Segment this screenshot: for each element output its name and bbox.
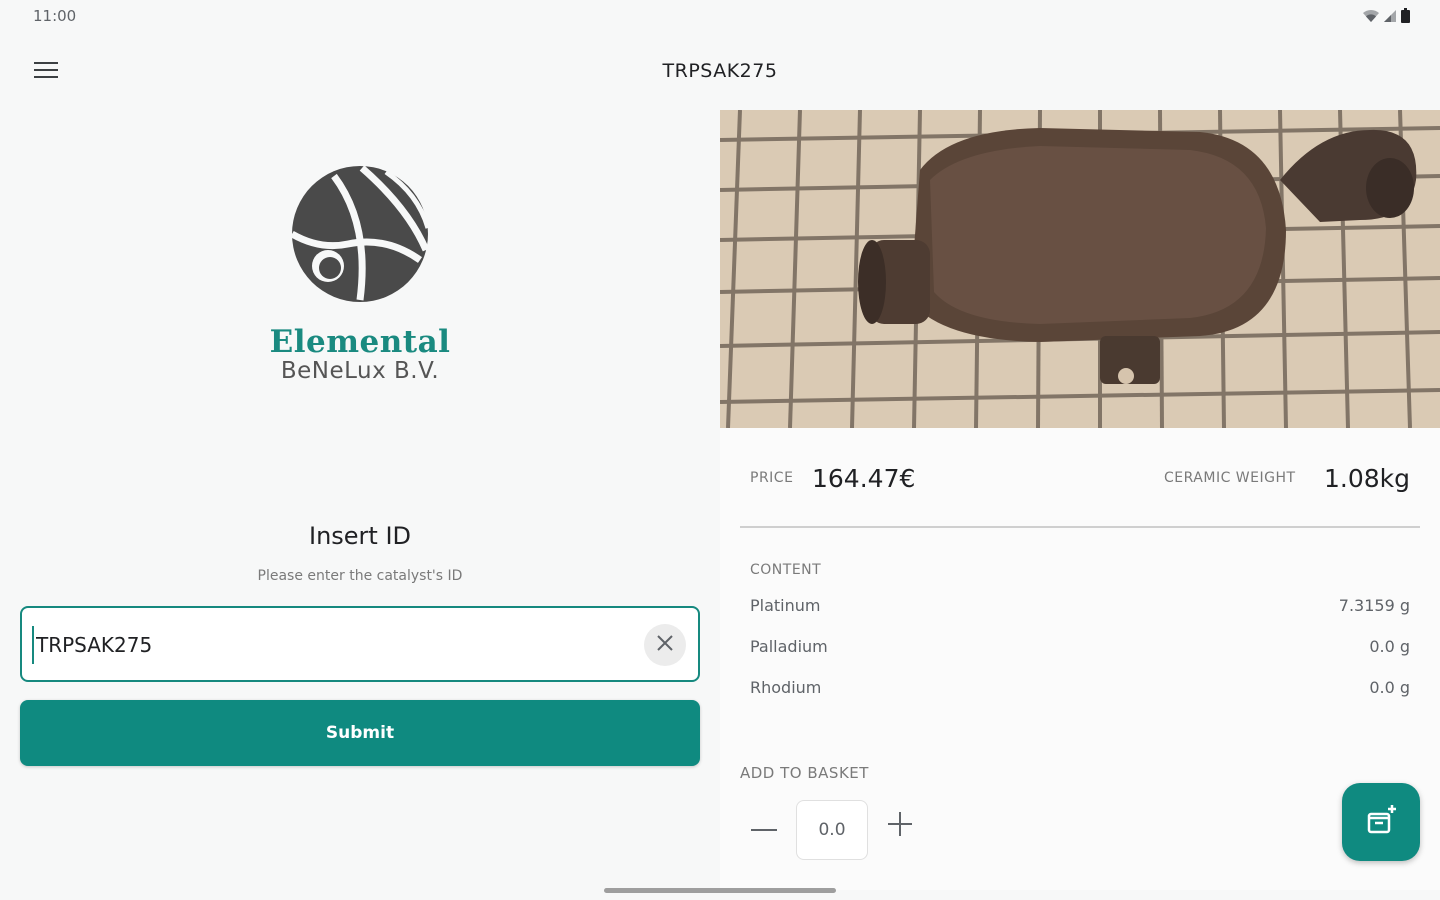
catalyst-id-field [20, 606, 700, 682]
submit-button[interactable]: Submit [20, 700, 700, 766]
price-label: PRICE [750, 470, 794, 486]
add-to-basket-icon [1363, 802, 1399, 842]
clear-input-button[interactable] [644, 624, 686, 666]
content-label: CONTENT [750, 562, 822, 578]
metal-name: Platinum [750, 596, 821, 615]
metal-row-platinum: Platinum 7.3159 g [750, 596, 1410, 620]
plus-icon [888, 812, 912, 840]
add-to-basket-label: ADD TO BASKET [740, 764, 869, 782]
metal-name: Rhodium [750, 678, 822, 697]
status-icons [1363, 8, 1410, 23]
brand-subtitle: BeNeLux B.V. [280, 358, 440, 384]
signal-icon [1383, 9, 1397, 23]
catalyst-details-panel: PRICE 164.47€ CERAMIC WEIGHT 1.08kg CONT… [720, 110, 1440, 890]
status-bar: 11:00 [0, 0, 1440, 32]
metal-row-rhodium: Rhodium 0.0 g [750, 678, 1410, 702]
insert-id-panel: Elemental BeNeLux B.V. Insert ID Please … [0, 104, 720, 884]
battery-icon [1401, 8, 1410, 23]
minus-icon [751, 817, 777, 836]
add-to-basket-button[interactable] [1342, 783, 1420, 861]
close-icon [656, 634, 674, 656]
insert-id-hint: Please enter the catalyst's ID [257, 568, 463, 584]
wifi-icon [1363, 9, 1379, 23]
metal-value: 0.0 g [1369, 637, 1410, 656]
metal-value: 7.3159 g [1338, 596, 1410, 615]
page-title: TRPSAK275 [662, 60, 778, 82]
metal-value: 0.0 g [1369, 678, 1410, 697]
metal-name: Palladium [750, 637, 828, 656]
ceramic-weight-label: CERAMIC WEIGHT [1164, 470, 1296, 486]
app-bar: TRPSAK275 [0, 40, 1440, 104]
metal-row-palladium: Palladium 0.0 g [750, 637, 1410, 661]
brand-logo [290, 164, 431, 304]
price-value: 164.47€ [812, 464, 916, 493]
ceramic-weight-value: 1.08kg [1323, 464, 1410, 493]
increase-quantity-button[interactable] [880, 806, 920, 846]
catalyst-id-input[interactable] [32, 626, 632, 664]
brand-name: Elemental [269, 324, 451, 360]
status-time: 11:00 [33, 7, 77, 25]
insert-id-title: Insert ID [308, 522, 412, 550]
home-indicator[interactable] [604, 888, 836, 893]
divider [740, 526, 1420, 528]
decrease-quantity-button[interactable] [744, 806, 784, 846]
quantity-input[interactable]: 0.0 [796, 800, 868, 860]
catalyst-photo [720, 110, 1440, 428]
